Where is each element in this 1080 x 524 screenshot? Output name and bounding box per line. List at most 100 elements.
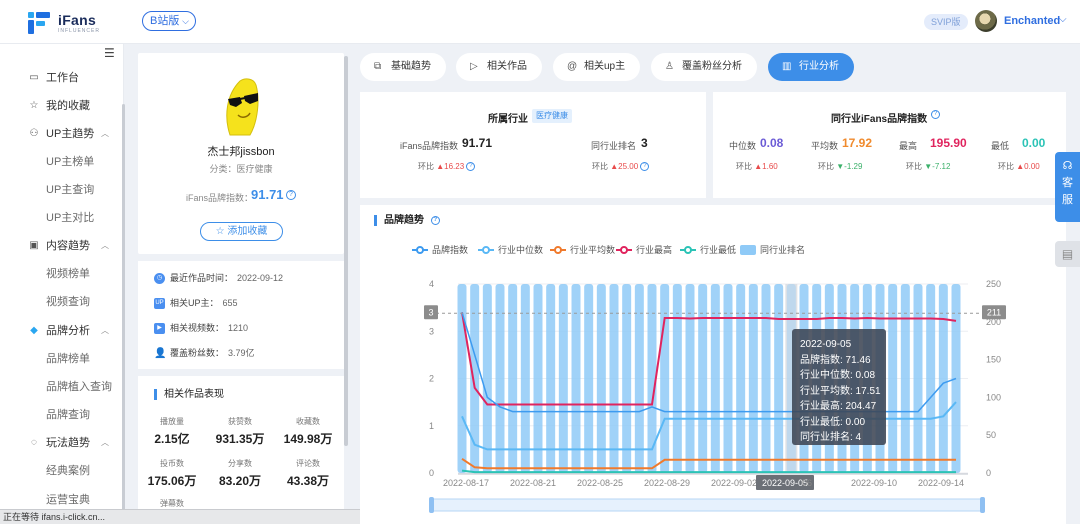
menu-collapse-icon[interactable]: ☰ [104, 46, 115, 60]
rank-bar [672, 284, 682, 473]
tooltip-line: 行业最高: 204.47 [800, 401, 877, 412]
tab-fans-analysis[interactable]: ♙ 覆盖粉丝分析 [651, 53, 757, 81]
rank-bar [761, 284, 771, 473]
tab-industry-analysis[interactable]: ▥ 行业分析 [768, 53, 854, 81]
diamond-icon: ◆ [30, 325, 38, 336]
sidebar-sub-classic-cases[interactable]: 经典案例 [46, 461, 90, 481]
version-select[interactable]: B站版 ⌵ [142, 11, 196, 31]
clock-icon: ◷ [154, 273, 165, 285]
ifans-logo-icon[interactable] [28, 12, 50, 34]
browser-status-bar: 正在等待 ifans.i-click.cn... [0, 509, 360, 524]
rank-bar [774, 284, 784, 473]
work-stat-plays: 播放量 2.15亿 [154, 417, 190, 446]
y-right-tick-label: 100 [986, 392, 1001, 402]
x-tick-label: 06 [802, 478, 812, 488]
rank-bar [634, 284, 644, 473]
industry-rank-change: 环比 ▲25.00 ? [592, 161, 650, 172]
rank-bar [736, 284, 746, 473]
clipboard-icon[interactable]: ▤ [1055, 241, 1080, 267]
rank-bar [698, 284, 708, 473]
profile-scrollbar[interactable] [344, 56, 348, 446]
sidebar-item-up-trend[interactable]: ⚇ UP主趋势 ︿ [0, 124, 124, 144]
chevron-up-icon: ︿ [101, 438, 109, 447]
help-icon[interactable]: ? [640, 162, 650, 172]
tab-basic-trend[interactable]: ⧉ 基础趋势 [360, 53, 446, 81]
legend-label: 同行业排名 [760, 244, 805, 255]
tooltip-line: 行业最低: 0.00 [800, 416, 866, 428]
stat-fans-covered: 👤 覆盖粉丝数： 3.79亿 [154, 348, 255, 360]
help-icon[interactable]: ? [286, 190, 296, 200]
legend-label: 行业中位数 [498, 244, 543, 255]
app-subtitle: INFLUENCER [58, 28, 100, 34]
tab-related-works[interactable]: ▷ 相关作品 [456, 53, 542, 81]
industry-rank-label: 同行业排名 [591, 141, 637, 151]
work-stat-likes: 获赞数 931.35万 [215, 417, 265, 446]
rank-bar [495, 284, 505, 473]
chevron-up-icon: ︿ [101, 326, 109, 335]
rank-bar [710, 284, 720, 473]
user-name[interactable]: Enchanted [1004, 15, 1060, 27]
sidebar-item-favorites[interactable]: ☆ 我的收藏 [0, 96, 124, 116]
brand-profile-card: 杰士邦jissbon 分类：医疗健康 iFans品牌指数： 91.71 ? ☆ … [138, 53, 344, 254]
svip-badge[interactable]: SVIP版 [924, 14, 968, 30]
sidebar-sub-brand-placement[interactable]: 品牌植入查询 [46, 377, 112, 397]
help-icon[interactable]: ? [931, 110, 940, 119]
rank-bar [571, 284, 581, 473]
peer-index-card: 同行业iFans品牌指数 ? 中位数 0.08 环比 ▲1.60 平均数 17.92 环比… [713, 92, 1066, 198]
sidebar-sub-up-compare[interactable]: UP主对比 [46, 208, 94, 228]
tooltip-line: 同行业排名: 4 [800, 432, 862, 443]
version-label: B站版 [150, 15, 180, 27]
sidebar-sub-up-rank[interactable]: UP主榜单 [46, 152, 94, 172]
help-icon[interactable]: ? [466, 162, 476, 172]
rank-bar [723, 284, 733, 473]
x-tick-label: 2022-09-02 [711, 478, 757, 488]
avatar[interactable] [975, 10, 997, 32]
sidebar-item-workbench[interactable]: ▭ 工作台 [0, 68, 124, 88]
rank-bar [900, 284, 910, 473]
sidebar-sub-brand-query[interactable]: 品牌查询 [46, 405, 90, 425]
sidebar-scrollbar[interactable] [122, 104, 125, 514]
sidebar-item-brand-analysis[interactable]: ◆ 品牌分析 ︿ [0, 321, 124, 341]
brand-mascot-image [226, 78, 259, 136]
play-icon: ▷ [470, 61, 478, 72]
work-stat-coins: 投币数 175.06万 [147, 459, 197, 488]
industry-title: 所属行业 [488, 114, 528, 125]
peer-stat-change: 环比 ▲0.00 [998, 162, 1040, 171]
rank-bar [926, 284, 936, 473]
industry-tag[interactable]: 医疗健康 [532, 109, 572, 123]
industry-index-value: 91.71 [462, 136, 493, 150]
app-name: iFans [58, 12, 97, 28]
works-title: 相关作品表现 [154, 389, 224, 400]
up-icon: UP [154, 298, 165, 310]
chevron-up-icon: ︿ [101, 241, 109, 250]
work-stat-shares: 分享数 83.20万 [218, 459, 262, 488]
brand-category: 分类：医疗健康 [209, 164, 273, 174]
sidebar-sub-video-rank[interactable]: 视频榜单 [46, 264, 90, 284]
works-performance-card: 相关作品表现 播放量 2.15亿 获赞数 931.35万 收藏数 149.98万 投币… [138, 376, 344, 524]
sidebar-sub-brand-rank[interactable]: 品牌榜单 [46, 349, 90, 369]
peer-stat-label: 最低 [991, 141, 1010, 151]
legend-bar-marker [740, 245, 756, 255]
tab-related-up[interactable]: @ 相关up主 [553, 53, 640, 81]
chevron-down-icon[interactable]: ⌵ [1059, 14, 1067, 25]
bar-chart-icon: ▥ [782, 61, 792, 72]
sidebar-sub-video-query[interactable]: 视频查询 [46, 292, 90, 312]
brand-name: 杰士邦jissbon [207, 146, 275, 158]
star-icon: ☆ [215, 226, 225, 237]
brand-trend-chart[interactable]: 品牌指数 行业中位数 行业平均数 行业最高 行业最低 同行业排名 0 1 2 3 4 0 50 100 15… [360, 205, 1066, 524]
sidebar-item-play-trend[interactable]: ◌ 玩法趋势 ︿ [0, 433, 124, 453]
rank-bar [546, 284, 556, 473]
sidebar-item-content-trend[interactable]: ▣ 内容趋势 ︿ [0, 236, 124, 256]
add-favorite-button[interactable]: ☆ 添加收藏 [200, 222, 283, 241]
tooltip-line: 行业中位数: 0.08 [800, 370, 876, 381]
sidebar-sub-up-query[interactable]: UP主查询 [46, 180, 94, 200]
sidebar-sub-ops-guide[interactable]: 运营宝典 [46, 490, 90, 510]
industry-rank-value: 3 [641, 136, 648, 150]
x-tick-label: 2022-08-21 [510, 478, 556, 488]
y-right-tick-label: 0 [986, 468, 991, 478]
x-tick-label: 2022-08-25 [577, 478, 623, 488]
x-tick-label: 2022-09-10 [851, 478, 897, 488]
right-marker-label: 211 [987, 307, 1001, 317]
customer-service-button[interactable]: ☊ 客服 [1055, 152, 1080, 222]
rank-bar [748, 284, 758, 473]
